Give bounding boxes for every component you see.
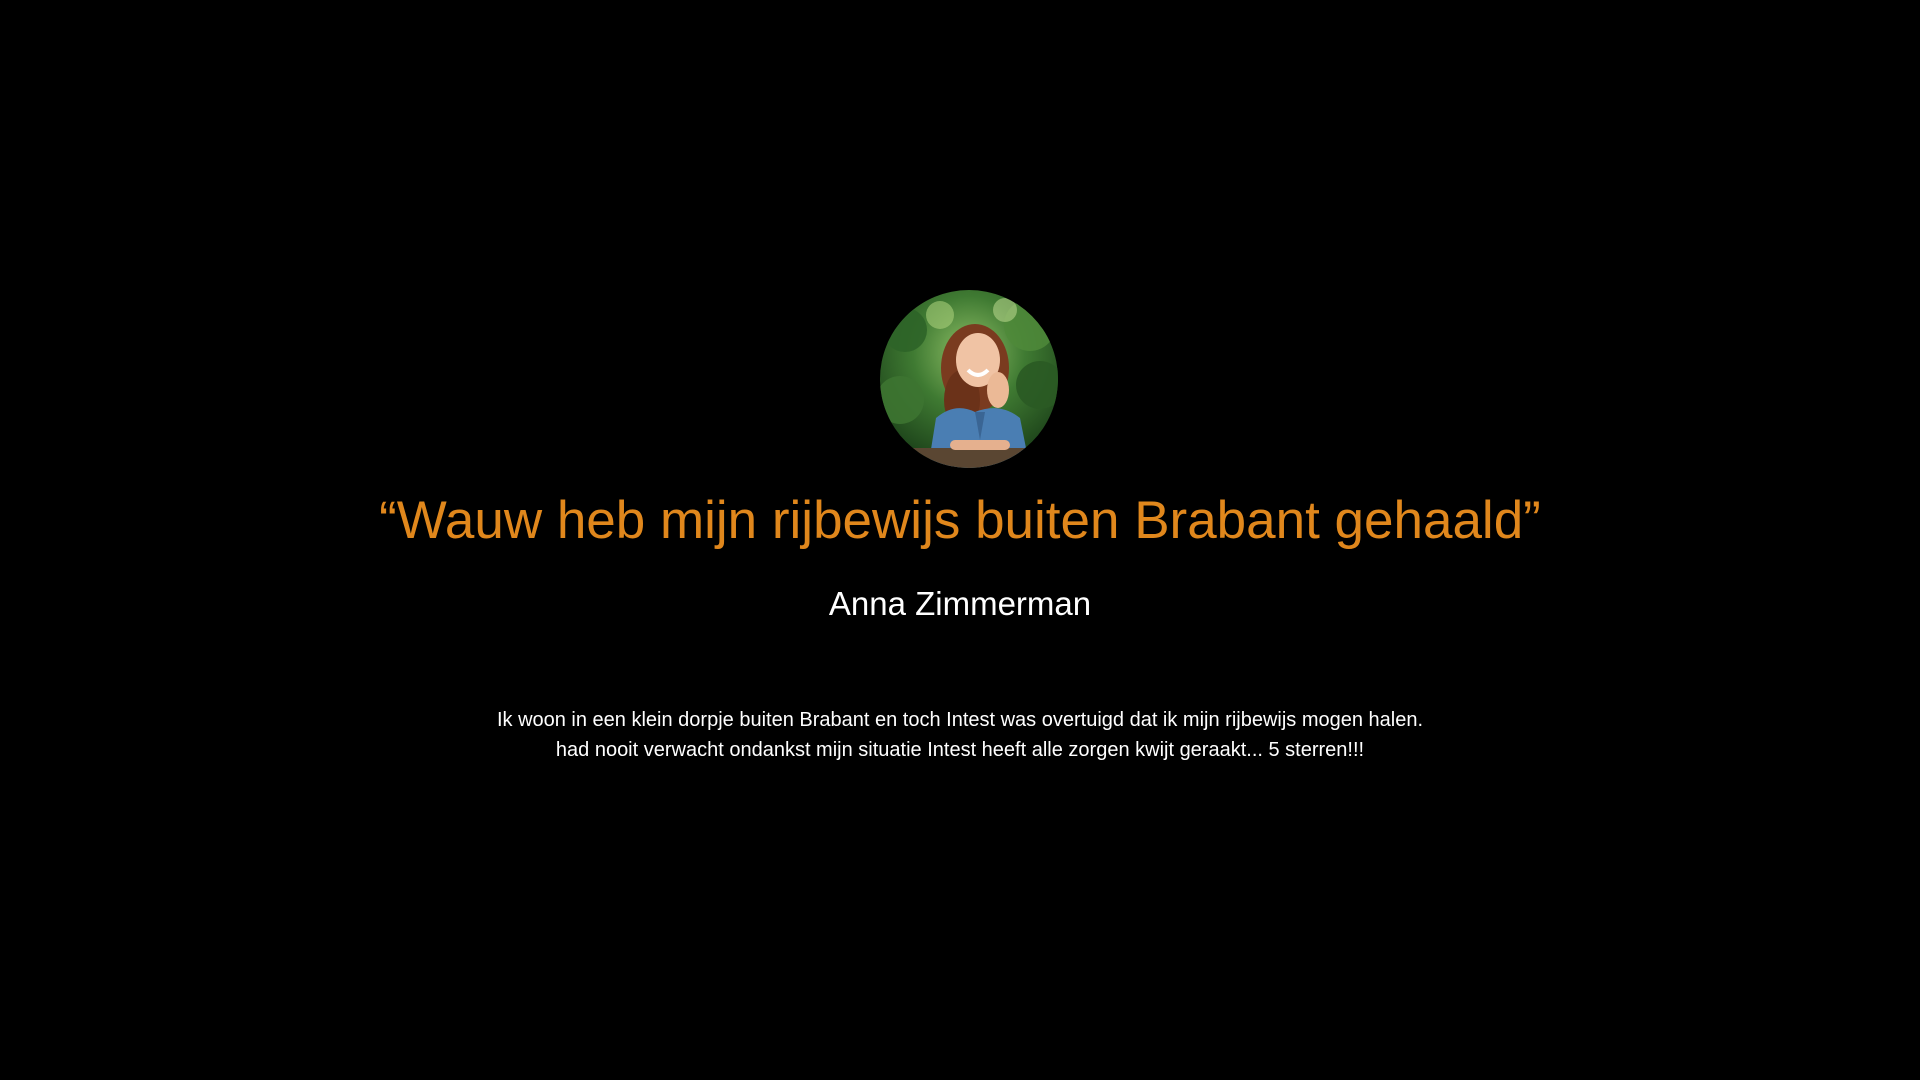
testimonial-body: Ik woon in een klein dorpje buiten Braba… [0, 705, 1920, 765]
testimonial-body-line: had nooit verwacht ondankst mijn situati… [555, 739, 1365, 761]
testimonial-page: “Wauw heb mijn rijbewijs buiten Brabant … [0, 0, 1920, 1080]
testimonial-quote: “Wauw heb mijn rijbewijs buiten Brabant … [379, 491, 1541, 550]
testimonial-body-line: Ik woon in een klein dorpje buiten Braba… [496, 709, 1424, 731]
avatar-photo [880, 290, 1058, 468]
avatar [880, 290, 1058, 468]
testimonial-author: Anna Zimmerman [828, 585, 1092, 622]
